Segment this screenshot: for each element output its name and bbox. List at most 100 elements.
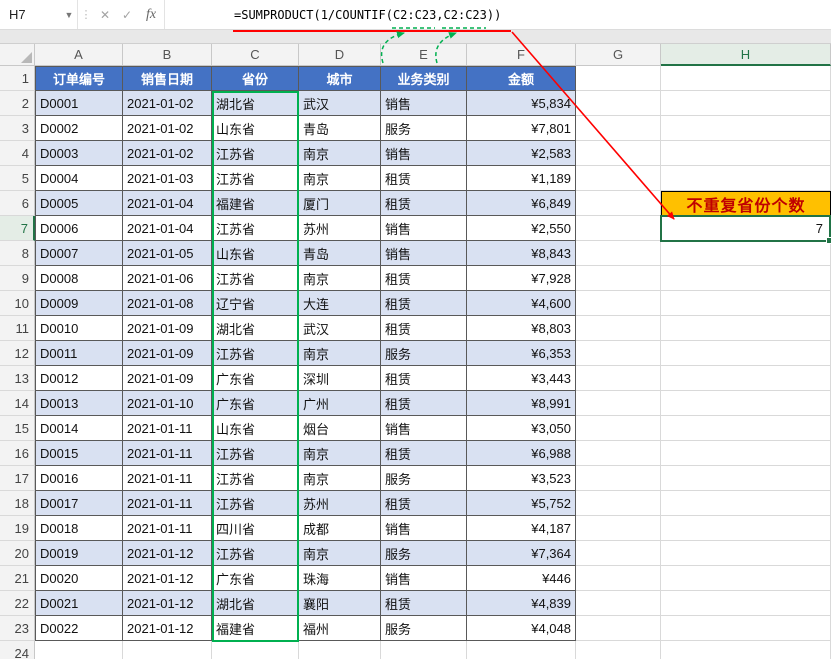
cell-G1[interactable] [576, 66, 661, 91]
cell-G19[interactable] [576, 516, 661, 541]
cell-D5[interactable]: 南京 [299, 166, 381, 191]
cell-C18[interactable]: 江苏省 [212, 491, 299, 516]
cell-E12[interactable]: 服务 [381, 341, 467, 366]
cell-G9[interactable] [576, 266, 661, 291]
cell-A18[interactable]: D0017 [35, 491, 123, 516]
row-header-22[interactable]: 22 [0, 591, 35, 616]
row-header-21[interactable]: 21 [0, 566, 35, 591]
cell-H6[interactable]: 不重复省份个数 [661, 191, 831, 216]
column-header-E[interactable]: E [381, 44, 467, 66]
cell-H2[interactable] [661, 91, 831, 116]
cell-D1[interactable]: 城市 [299, 66, 381, 91]
cell-A11[interactable]: D0010 [35, 316, 123, 341]
formula-input[interactable]: =SUMPRODUCT(1/COUNTIF(C2:C23,C2:C23)) [164, 0, 831, 29]
cell-H7[interactable]: 7 [661, 216, 831, 241]
cell-D14[interactable]: 广州 [299, 391, 381, 416]
row-header-11[interactable]: 11 [0, 316, 35, 341]
cell-A6[interactable]: D0005 [35, 191, 123, 216]
cell-D2[interactable]: 武汉 [299, 91, 381, 116]
cell-E14[interactable]: 租赁 [381, 391, 467, 416]
cell-F19[interactable]: ¥4,187 [467, 516, 576, 541]
cell-B13[interactable]: 2021-01-09 [123, 366, 212, 391]
cell-B21[interactable]: 2021-01-12 [123, 566, 212, 591]
cell-A2[interactable]: D0001 [35, 91, 123, 116]
cell-E1[interactable]: 业务类别 [381, 66, 467, 91]
cell-F8[interactable]: ¥8,843 [467, 241, 576, 266]
row-header-14[interactable]: 14 [0, 391, 35, 416]
cell-F13[interactable]: ¥3,443 [467, 366, 576, 391]
cell-B16[interactable]: 2021-01-11 [123, 441, 212, 466]
name-box[interactable]: H7 ▼ [0, 0, 78, 29]
cell-H23[interactable] [661, 616, 831, 641]
cell-E4[interactable]: 销售 [381, 141, 467, 166]
cell-A8[interactable]: D0007 [35, 241, 123, 266]
cell-D24[interactable] [299, 641, 381, 659]
row-header-9[interactable]: 9 [0, 266, 35, 291]
cell-C5[interactable]: 江苏省 [212, 166, 299, 191]
cell-C15[interactable]: 山东省 [212, 416, 299, 441]
cell-C8[interactable]: 山东省 [212, 241, 299, 266]
cell-E20[interactable]: 服务 [381, 541, 467, 566]
row-header-2[interactable]: 2 [0, 91, 35, 116]
cell-C20[interactable]: 江苏省 [212, 541, 299, 566]
cell-A21[interactable]: D0020 [35, 566, 123, 591]
cell-H19[interactable] [661, 516, 831, 541]
cell-B3[interactable]: 2021-01-02 [123, 116, 212, 141]
row-header-23[interactable]: 23 [0, 616, 35, 641]
cell-F17[interactable]: ¥3,523 [467, 466, 576, 491]
cell-C6[interactable]: 福建省 [212, 191, 299, 216]
cell-H22[interactable] [661, 591, 831, 616]
cell-C11[interactable]: 湖北省 [212, 316, 299, 341]
cell-A20[interactable]: D0019 [35, 541, 123, 566]
cell-G24[interactable] [576, 641, 661, 659]
row-header-8[interactable]: 8 [0, 241, 35, 266]
cell-D23[interactable]: 福州 [299, 616, 381, 641]
cell-F20[interactable]: ¥7,364 [467, 541, 576, 566]
cell-D20[interactable]: 南京 [299, 541, 381, 566]
cell-D10[interactable]: 大连 [299, 291, 381, 316]
cell-G7[interactable] [576, 216, 661, 241]
cell-B24[interactable] [123, 641, 212, 659]
cell-A12[interactable]: D0011 [35, 341, 123, 366]
cell-G11[interactable] [576, 316, 661, 341]
cell-C23[interactable]: 福建省 [212, 616, 299, 641]
cell-F16[interactable]: ¥6,988 [467, 441, 576, 466]
cell-A24[interactable] [35, 641, 123, 659]
cell-A22[interactable]: D0021 [35, 591, 123, 616]
cell-B12[interactable]: 2021-01-09 [123, 341, 212, 366]
cell-D19[interactable]: 成都 [299, 516, 381, 541]
cell-E7[interactable]: 销售 [381, 216, 467, 241]
cell-A1[interactable]: 订单编号 [35, 66, 123, 91]
cell-H17[interactable] [661, 466, 831, 491]
cell-E24[interactable] [381, 641, 467, 659]
row-header-18[interactable]: 18 [0, 491, 35, 516]
column-header-D[interactable]: D [299, 44, 381, 66]
column-header-A[interactable]: A [35, 44, 123, 66]
row-header-4[interactable]: 4 [0, 141, 35, 166]
cell-E18[interactable]: 租赁 [381, 491, 467, 516]
cell-E6[interactable]: 租赁 [381, 191, 467, 216]
cell-B2[interactable]: 2021-01-02 [123, 91, 212, 116]
row-header-6[interactable]: 6 [0, 191, 35, 216]
cell-G18[interactable] [576, 491, 661, 516]
cell-B8[interactable]: 2021-01-05 [123, 241, 212, 266]
cell-D15[interactable]: 烟台 [299, 416, 381, 441]
cell-E22[interactable]: 租赁 [381, 591, 467, 616]
cell-D17[interactable]: 南京 [299, 466, 381, 491]
cell-F18[interactable]: ¥5,752 [467, 491, 576, 516]
cell-B15[interactable]: 2021-01-11 [123, 416, 212, 441]
cell-B7[interactable]: 2021-01-04 [123, 216, 212, 241]
cell-F5[interactable]: ¥1,189 [467, 166, 576, 191]
cell-H8[interactable] [661, 241, 831, 266]
cell-H10[interactable] [661, 291, 831, 316]
cell-G13[interactable] [576, 366, 661, 391]
cell-F3[interactable]: ¥7,801 [467, 116, 576, 141]
row-header-24[interactable]: 24 [0, 641, 35, 659]
cell-H20[interactable] [661, 541, 831, 566]
row-header-16[interactable]: 16 [0, 441, 35, 466]
cell-F15[interactable]: ¥3,050 [467, 416, 576, 441]
cell-G10[interactable] [576, 291, 661, 316]
cell-G5[interactable] [576, 166, 661, 191]
cell-A4[interactable]: D0003 [35, 141, 123, 166]
cell-E17[interactable]: 服务 [381, 466, 467, 491]
